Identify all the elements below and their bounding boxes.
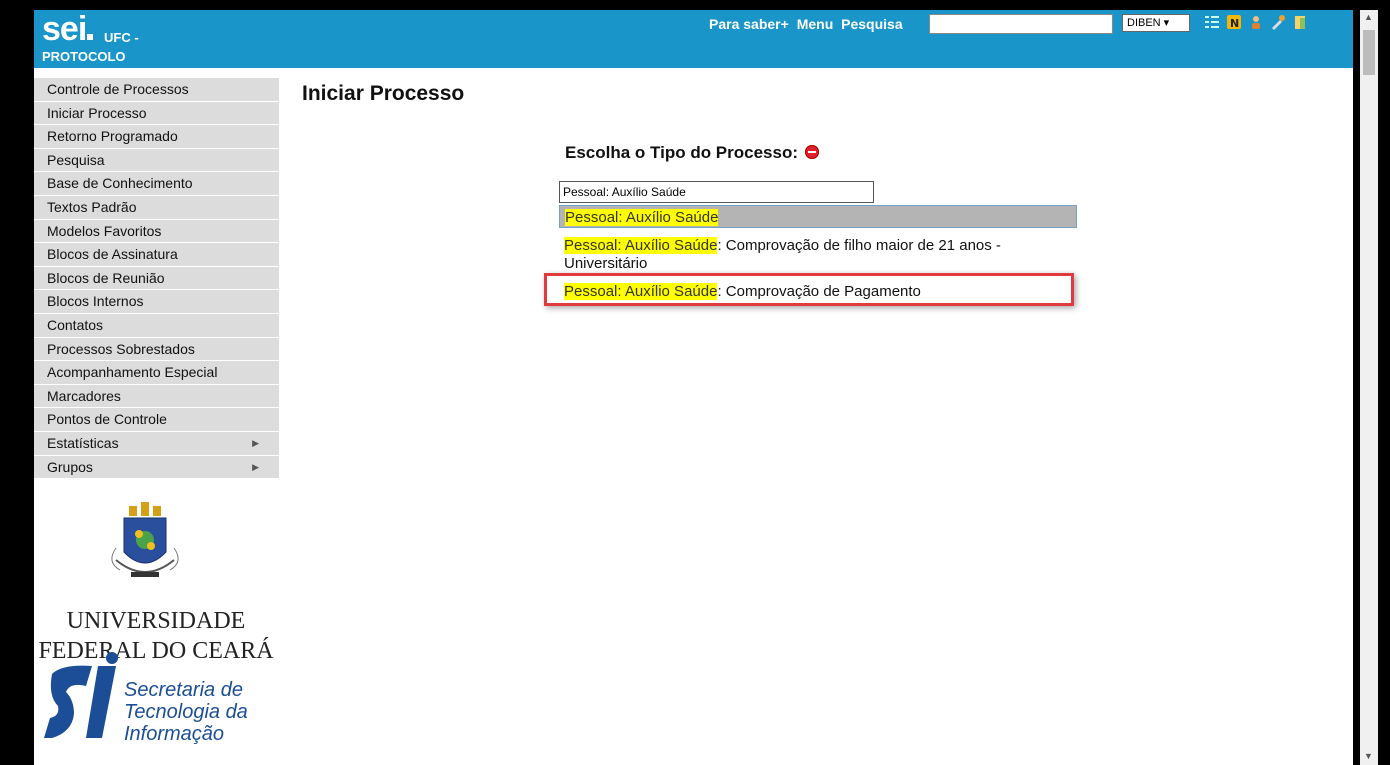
page-title: Iniciar Processo: [302, 82, 465, 105]
scroll-up-icon[interactable]: ▲: [1364, 12, 1373, 22]
sidebar-item-textos-padrao[interactable]: Textos Padrão: [34, 195, 279, 220]
match-highlight: Pessoal: Auxílio Saúde: [565, 209, 719, 226]
scroll-down-icon[interactable]: ▼: [1364, 751, 1373, 761]
sei-logo[interactable]: sei UFC - PROTOCOLO: [42, 10, 139, 64]
sidebar-item-pontos-controle[interactable]: Pontos de Controle: [34, 408, 279, 432]
sidebar-item-label: Estatísticas: [47, 434, 119, 451]
sidebar-item-label: Controle de Processos: [47, 81, 189, 97]
sidebar-item-processos-sobrestados[interactable]: Processos Sobrestados: [34, 337, 279, 362]
sidebar-item-grupos[interactable]: Grupos ▶: [34, 455, 279, 480]
sidebar-item-label: Grupos: [47, 458, 93, 475]
sidebar-item-label: Pontos de Controle: [47, 411, 167, 428]
sidebar-item-label: Marcadores: [47, 387, 121, 404]
sti-logo-icon: [44, 652, 118, 738]
top-links: Para saber+ Menu Pesquisa: [709, 16, 907, 32]
tools-icon[interactable]: [1270, 14, 1286, 30]
process-type-label: Escolha o Tipo do Processo:: [565, 143, 799, 162]
top-bar: sei UFC - PROTOCOLO Para saber+ Menu Pes…: [34, 10, 1353, 68]
unit-select[interactable]: DIBEN ▾: [1122, 14, 1190, 32]
crest-icon: [111, 502, 179, 577]
logo-dot: [87, 34, 94, 40]
notes-icon[interactable]: N: [1226, 14, 1242, 30]
remove-icon[interactable]: [804, 145, 819, 159]
search-input[interactable]: [929, 14, 1113, 34]
sti-line2: Tecnologia da: [124, 701, 248, 723]
process-type-heading: Escolha o Tipo do Processo:: [565, 143, 819, 163]
sidebar-item-label: Pesquisa: [47, 151, 105, 168]
univ-line2: FEDERAL DO CEARÁ: [38, 638, 274, 664]
sidebar-item-acompanhamento-especial[interactable]: Acompanhamento Especial: [34, 361, 279, 385]
sidebar-item-modelos-favoritos[interactable]: Modelos Favoritos: [34, 219, 279, 244]
app-page: sei UFC - PROTOCOLO Para saber+ Menu Pes…: [34, 10, 1353, 765]
process-type-filter-input[interactable]: [559, 181, 874, 203]
exit-icon[interactable]: [1292, 14, 1308, 30]
sidebar-item-label: Iniciar Processo: [47, 104, 147, 121]
sidebar-logos: UNIVERSIDADE FEDERAL DO CEARÁ Secretaria…: [34, 500, 279, 765]
process-option-auxilio-saude[interactable]: Pessoal: Auxílio Saúde: [559, 205, 1077, 228]
sidebar-item-pesquisa[interactable]: Pesquisa: [34, 148, 279, 173]
sti-line3: Informação: [124, 723, 224, 745]
univ-line1: UNIVERSIDADE: [67, 608, 246, 634]
sidebar-item-label: Modelos Favoritos: [47, 222, 162, 239]
sidebar-item-marcadores[interactable]: Marcadores: [34, 384, 279, 409]
unit-label: UFC -: [104, 30, 139, 45]
ufc-crest-logo: UNIVERSIDADE FEDERAL DO CEARÁ Secretaria…: [38, 502, 274, 745]
sidebar-item-label: Blocos de Reunião: [47, 269, 165, 286]
link-pesquisa[interactable]: Pesquisa: [841, 16, 902, 32]
sidebar-item-label: Base de Conhecimento: [47, 175, 193, 192]
logo-text: sei: [42, 10, 87, 48]
sidebar-item-label: Blocos de Assinatura: [47, 246, 178, 263]
sidebar-menu: Controle de Processos Iniciar Processo R…: [34, 78, 279, 480]
sidebar-item-label: Contatos: [47, 316, 104, 333]
process-option-filho-universitario[interactable]: Pessoal: Auxílio Saúde: Comprovação de f…: [564, 237, 1074, 273]
sidebar-item-estatisticas[interactable]: Estatísticas ▶: [34, 431, 279, 456]
toolbar-icons: N: [1204, 14, 1308, 32]
sidebar-item-label: Processos Sobrestados: [47, 340, 195, 357]
sidebar-item-blocos-reuniao[interactable]: Blocos de Reunião: [34, 266, 279, 291]
sidebar-item-label: Acompanhamento Especial: [47, 364, 218, 381]
link-menu[interactable]: Menu: [797, 16, 834, 32]
scrollbar-thumb[interactable]: [1363, 30, 1375, 75]
sidebar-item-iniciar-processo[interactable]: Iniciar Processo: [34, 101, 279, 126]
scrollbar[interactable]: ▲ ▼: [1360, 10, 1378, 765]
match-highlight: Pessoal: Auxílio Saúde: [564, 237, 718, 254]
sidebar-item-blocos-assinatura[interactable]: Blocos de Assinatura: [34, 243, 279, 267]
sidebar-item-contatos[interactable]: Contatos: [34, 313, 279, 338]
chevron-right-icon: ▶: [252, 461, 259, 472]
link-para-saber[interactable]: Para saber+: [709, 16, 789, 32]
sidebar-item-label: Retorno Programado: [47, 128, 178, 145]
chevron-right-icon: ▶: [252, 437, 259, 448]
sidebar-item-label: Textos Padrão: [47, 198, 137, 215]
sidebar-item-base-conhecimento[interactable]: Base de Conhecimento: [34, 172, 279, 196]
process-option-comprovacao-pagamento[interactable]: Pessoal: Auxílio Saúde: Comprovação de P…: [564, 283, 921, 300]
list-icon[interactable]: [1204, 14, 1220, 30]
sidebar-item-controle-processos[interactable]: Controle de Processos: [34, 78, 279, 102]
user-icon[interactable]: [1248, 14, 1264, 30]
sti-line1: Secretaria de: [124, 679, 243, 701]
sidebar-item-label: Blocos Internos: [47, 293, 144, 310]
svg-text:N: N: [1230, 17, 1239, 30]
sidebar-item-retorno-programado[interactable]: Retorno Programado: [34, 125, 279, 149]
protocol-label: PROTOCOLO: [42, 49, 126, 64]
match-highlight: Pessoal: Auxílio Saúde: [564, 283, 718, 300]
sidebar-item-blocos-internos[interactable]: Blocos Internos: [34, 290, 279, 314]
option-rest: : Comprovação de Pagamento: [717, 283, 921, 300]
